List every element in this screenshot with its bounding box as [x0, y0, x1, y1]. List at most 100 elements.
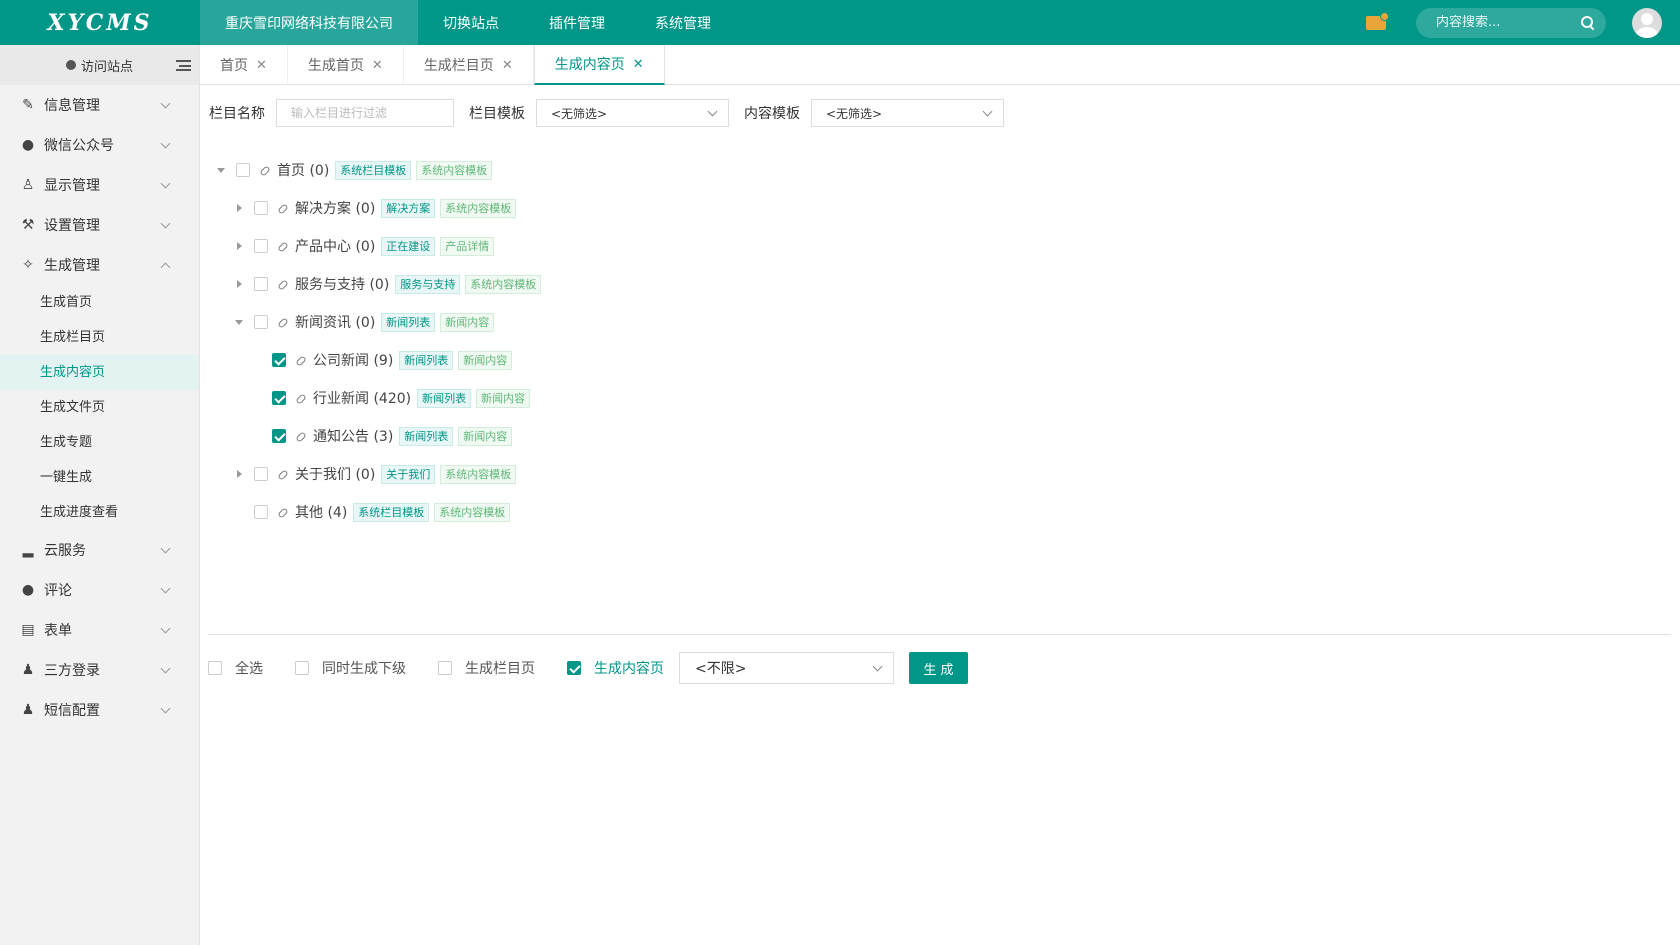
search-input[interactable]: [1436, 15, 1581, 30]
nav-switch-site[interactable]: 切换站点: [418, 0, 524, 45]
close-icon[interactable]: ✕: [372, 58, 383, 73]
tree-node-label[interactable]: 通知公告 (3): [313, 426, 393, 446]
sidebar-item-sms-config[interactable]: ♟ 短信配置: [0, 690, 199, 730]
select-value: <无筛选>: [551, 106, 608, 121]
select-all-option[interactable]: 全选: [208, 658, 263, 678]
sidebar-item-generate-management[interactable]: ✧ 生成管理: [0, 245, 199, 285]
tree-node-label[interactable]: 公司新闻 (9): [313, 350, 393, 370]
tree-node: 产品中心 (0) 正在建设 产品详情: [235, 234, 499, 258]
chevron-down-icon: [872, 661, 883, 672]
tab-home[interactable]: 首页 ✕: [200, 45, 288, 85]
expand-toggle-icon[interactable]: [235, 204, 243, 212]
tree-checkbox[interactable]: [272, 391, 286, 405]
sidebar: 访问站点 ✎ 信息管理 ● 微信公众号 ♙ 显示管理 ⚒ 设置管理 ✧ 生成管理…: [0, 45, 200, 945]
top-nav: 重庆雪印网络科技有限公司 切换站点 插件管理 系统管理: [200, 0, 736, 45]
tree-node-label[interactable]: 其他 (4): [295, 502, 347, 522]
tree-node-label[interactable]: 首页 (0): [277, 160, 329, 180]
generate-sub-checkbox[interactable]: [295, 661, 309, 675]
sidebar-item-form[interactable]: ▤ 表单: [0, 610, 199, 650]
sidebar-sub-generate-content[interactable]: 生成内容页: [0, 355, 199, 390]
sidebar-item-label: 短信配置: [44, 703, 100, 719]
visit-site-link[interactable]: 访问站点: [81, 56, 133, 75]
generate-column-option[interactable]: 生成栏目页: [438, 658, 535, 678]
tree-checkbox[interactable]: [254, 315, 268, 329]
generate-button[interactable]: 生成: [909, 652, 968, 684]
limit-select[interactable]: <不限>: [679, 652, 894, 684]
tree-checkbox[interactable]: [236, 163, 250, 177]
expand-toggle-icon[interactable]: [235, 470, 243, 478]
column-template-tag: 解决方案: [381, 198, 436, 218]
column-template-tag: 系统栏目模板: [353, 502, 430, 522]
tree-checkbox[interactable]: [272, 353, 286, 367]
tree-checkbox[interactable]: [254, 467, 268, 481]
top-bar: XYCMS 重庆雪印网络科技有限公司 切换站点 插件管理 系统管理: [0, 0, 1680, 45]
chevron-down-icon: [160, 218, 171, 229]
close-icon[interactable]: ✕: [502, 58, 513, 73]
tree-node-label[interactable]: 服务与支持 (0): [295, 274, 389, 294]
menu-toggle-icon[interactable]: [176, 60, 191, 71]
chevron-down-icon: [982, 106, 993, 117]
sidebar-sub-generate-home[interactable]: 生成首页: [0, 285, 199, 320]
top-right-area: [1366, 0, 1680, 45]
column-name-label: 栏目名称: [209, 106, 265, 122]
tab-label: 生成内容页: [554, 57, 625, 73]
tree-node-label[interactable]: 产品中心 (0): [295, 236, 375, 256]
tab-generate-home[interactable]: 生成首页 ✕: [288, 45, 404, 85]
sidebar-sub-one-click-generate[interactable]: 一键生成: [0, 460, 199, 495]
bar-chart-icon: ▂: [22, 542, 34, 558]
search-icon[interactable]: [1581, 16, 1594, 29]
generate-content-checkbox[interactable]: [567, 661, 581, 675]
sidebar-sub-generate-progress[interactable]: 生成进度查看: [0, 495, 199, 530]
generate-submenu: 生成首页 生成栏目页 生成内容页 生成文件页 生成专题 一键生成 生成进度查看: [0, 285, 199, 530]
sidebar-sub-generate-file[interactable]: 生成文件页: [0, 390, 199, 425]
sidebar-item-settings-management[interactable]: ⚒ 设置管理: [0, 205, 199, 245]
chevron-up-icon: [160, 262, 171, 273]
column-template-tag: 新闻列表: [399, 426, 454, 446]
avatar[interactable]: [1632, 7, 1662, 38]
sidebar-item-info-management[interactable]: ✎ 信息管理: [0, 85, 199, 125]
tree-checkbox[interactable]: [254, 239, 268, 253]
mail-icon[interactable]: [1366, 11, 1389, 30]
tree-checkbox[interactable]: [254, 277, 268, 291]
sidebar-item-wechat[interactable]: ● 微信公众号: [0, 125, 199, 165]
content-template-tag: 新闻内容: [440, 312, 495, 332]
expand-toggle-icon[interactable]: [235, 318, 243, 326]
sidebar-item-display-management[interactable]: ♙ 显示管理: [0, 165, 199, 205]
nav-site-name[interactable]: 重庆雪印网络科技有限公司: [200, 0, 418, 45]
expand-toggle-icon[interactable]: [235, 242, 243, 250]
tree-checkbox[interactable]: [254, 201, 268, 215]
sidebar-item-comment[interactable]: ● 评论: [0, 570, 199, 610]
close-icon[interactable]: ✕: [633, 57, 644, 72]
generate-sub-option[interactable]: 同时生成下级: [295, 658, 406, 678]
tree-checkbox[interactable]: [272, 429, 286, 443]
link-icon: [277, 506, 289, 518]
nav-plugin-management[interactable]: 插件管理: [524, 0, 630, 45]
chevron-down-icon: [160, 543, 171, 554]
nav-system-management[interactable]: 系统管理: [630, 0, 736, 45]
generate-content-option[interactable]: 生成内容页: [567, 658, 664, 678]
select-all-checkbox[interactable]: [208, 661, 222, 675]
link-icon: [295, 354, 307, 366]
tree-node-label[interactable]: 新闻资讯 (0): [295, 312, 375, 332]
sidebar-sub-generate-column[interactable]: 生成栏目页: [0, 320, 199, 355]
tree-checkbox[interactable]: [254, 505, 268, 519]
tab-generate-content[interactable]: 生成内容页 ✕: [533, 45, 665, 85]
tab-generate-column[interactable]: 生成栏目页 ✕: [404, 45, 534, 85]
content-template-select[interactable]: <无筛选>: [811, 99, 1004, 127]
tree-node-label[interactable]: 关于我们 (0): [295, 464, 375, 484]
content-template-tag: 系统内容模板: [440, 198, 517, 218]
sidebar-item-third-party-login[interactable]: ♟ 三方登录: [0, 650, 199, 690]
expand-toggle-icon[interactable]: [217, 166, 225, 174]
sidebar-item-cloud-service[interactable]: ▂ 云服务: [0, 530, 199, 570]
generate-column-checkbox[interactable]: [438, 661, 452, 675]
expand-toggle-icon[interactable]: [235, 280, 243, 288]
sidebar-sub-generate-topic[interactable]: 生成专题: [0, 425, 199, 460]
logo[interactable]: XYCMS: [0, 0, 200, 45]
column-template-tag: 系统栏目模板: [335, 160, 412, 180]
column-filter-input[interactable]: [276, 99, 454, 127]
column-template-select[interactable]: <无筛选>: [536, 99, 729, 127]
tree-node-label[interactable]: 解决方案 (0): [295, 198, 375, 218]
globe-icon: [65, 60, 76, 70]
close-icon[interactable]: ✕: [256, 58, 267, 73]
tree-node-label[interactable]: 行业新闻 (420): [313, 388, 411, 408]
